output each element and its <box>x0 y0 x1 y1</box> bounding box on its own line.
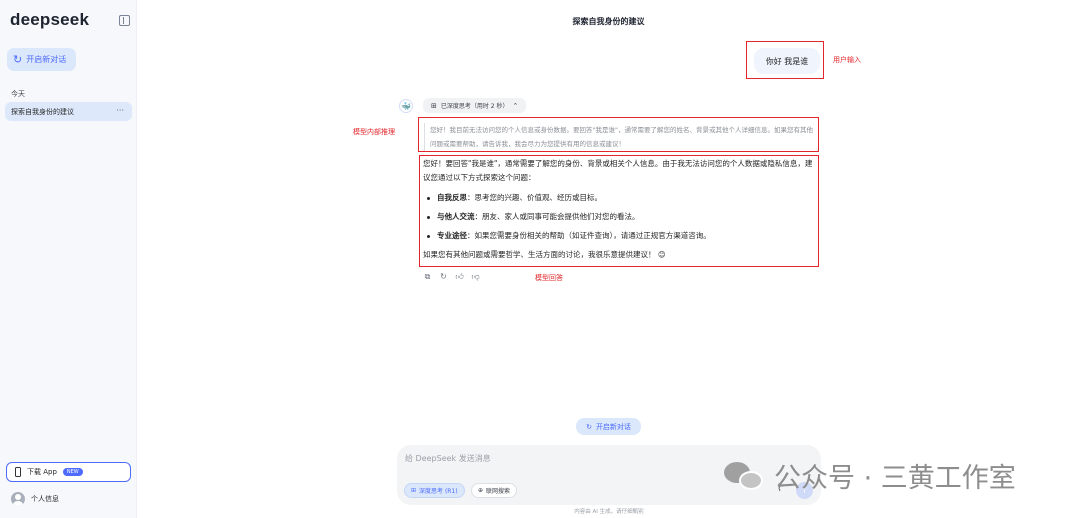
thumbs-down-icon[interactable]: 👎︎ <box>471 272 480 282</box>
globe-icon: ⊕ <box>478 487 484 494</box>
more-options-icon[interactable]: ··· <box>116 106 124 115</box>
watermark-text: 公众号 · 三黄工作室 <box>774 463 1016 494</box>
deep-think-toggle[interactable]: ⊞ 已深度思考（用时 2 秒） ⌃ <box>423 98 527 113</box>
refresh-chat-icon: ↻ <box>586 422 592 431</box>
copy-icon[interactable]: ⧉ <box>423 272 432 282</box>
new-chat-pill-label: 开启新对话 <box>595 422 631 431</box>
deep-think-label: 深度思考 (R1) <box>419 488 458 495</box>
watermark: 公众号 · 三黄工作室 <box>724 456 1016 495</box>
message-input-placeholder[interactable]: 给 DeepSeek 发送消息 <box>405 453 491 464</box>
answer-list: 自我反思：思考您的兴趣、价值观、经历或目标。 与他人交流：朋友、家人或同事可能会… <box>423 191 817 243</box>
new-chat-button[interactable]: ↻ 开启新对话 <box>7 48 76 71</box>
section-today: 今天 <box>11 90 25 98</box>
new-chat-label: 开启新对话 <box>26 55 67 64</box>
think-icon: ⊞ <box>431 101 437 110</box>
whale-icon: 🐳 <box>399 99 413 113</box>
reasoning-annotation: 模型内部推理 <box>353 128 395 136</box>
history-item[interactable]: 探索自我身份的建议 ··· <box>5 102 132 121</box>
list-item: 专业途径：如果您需要身份相关的帮助（如证件查询），请通过正规官方渠道咨询。 <box>423 229 817 243</box>
web-search-label: 联网搜索 <box>486 488 511 495</box>
answer-annotation: 模型回答 <box>535 274 563 282</box>
avatar <box>11 492 25 506</box>
sidebar: deepseek ↻ 开启新对话 今天 探索自我身份的建议 ··· 下载 App… <box>0 0 137 518</box>
list-item: 自我反思：思考您的兴趣、价值观、经历或目标。 <box>423 191 817 205</box>
answer-outro: 如果您有其他问题或需要哲学、生活方面的讨论，我很乐意提供建议！ 😊 <box>423 250 666 259</box>
profile-label: 个人信息 <box>31 495 59 503</box>
reasoning-text: 您好！我目前无法访问您的个人信息或身份数据。要回答"我是谁"，通常需要了解您的姓… <box>424 123 816 151</box>
user-input-annotation: 用户输入 <box>833 56 861 64</box>
deepseek-logo[interactable]: deepseek <box>10 10 89 30</box>
answer-intro: 您好！要回答"我是谁"，通常需要了解您的身份、背景或相关个人信息。由于我无法访问… <box>423 159 813 182</box>
wechat-icon <box>724 460 764 492</box>
download-app-button[interactable]: 下载 App NEW <box>6 462 131 482</box>
phone-icon <box>15 467 21 477</box>
new-chat-pill-button[interactable]: ↻ 开启新对话 <box>576 418 641 435</box>
message-actions: ⧉ ↻ 👍︎ 👎︎ <box>423 272 480 282</box>
page-title: 探索自我身份的建议 <box>572 17 645 26</box>
profile-link[interactable]: 个人信息 <box>11 492 59 506</box>
regenerate-icon[interactable]: ↻ <box>439 272 448 282</box>
user-input-highlight <box>746 41 824 79</box>
chevron-up-icon: ⌃ <box>512 101 519 110</box>
history-item-label: 探索自我身份的建议 <box>11 107 74 116</box>
new-badge: NEW <box>62 468 83 476</box>
download-app-label: 下载 App <box>27 468 57 476</box>
think-icon: ⊞ <box>411 487 417 494</box>
thumbs-up-icon[interactable]: 👍︎ <box>455 272 464 282</box>
refresh-chat-icon: ↻ <box>13 53 23 66</box>
web-search-toggle[interactable]: ⊕ 联网搜索 <box>471 483 518 498</box>
deep-think-r1-toggle[interactable]: ⊞ 深度思考 (R1) <box>404 483 465 498</box>
assistant-answer: 您好！要回答"我是谁"，通常需要了解您的身份、背景或相关个人信息。由于我无法访问… <box>423 157 817 268</box>
collapse-sidebar-icon[interactable] <box>119 15 130 26</box>
disclaimer: 内容由 AI 生成，请仔细甄别 <box>574 509 644 515</box>
think-chip-label: 已深度思考（用时 2 秒） <box>440 103 509 110</box>
list-item: 与他人交流：朋友、家人或同事可能会提供他们对您的看法。 <box>423 210 817 224</box>
